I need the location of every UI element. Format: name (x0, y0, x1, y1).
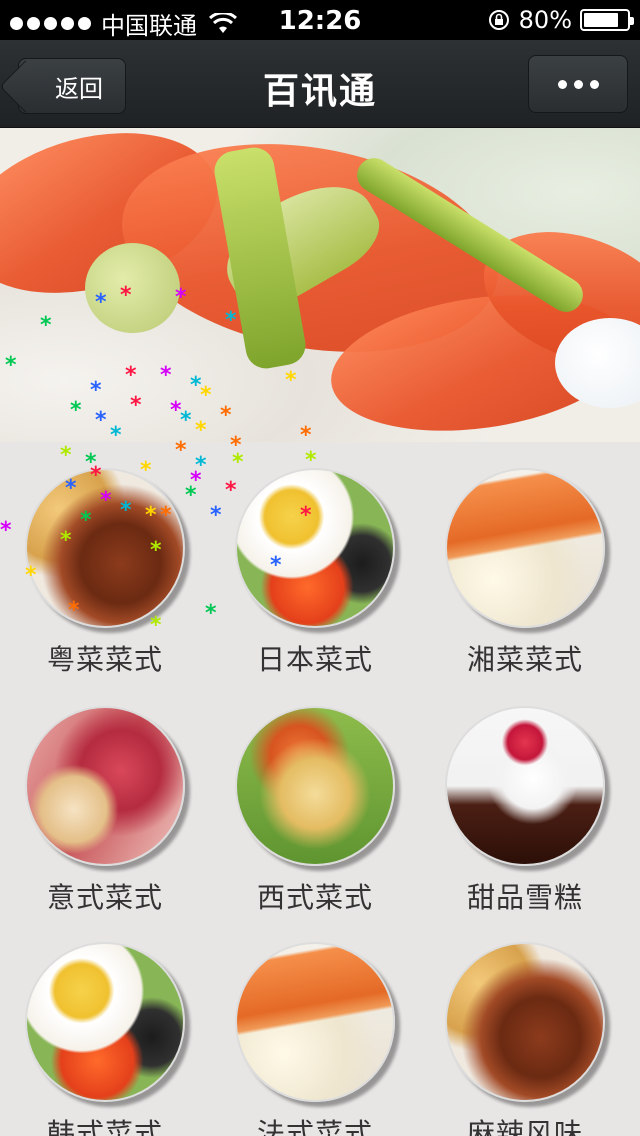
back-button-label: 返回 (55, 74, 103, 103)
category-photo (235, 706, 395, 866)
category-label: 湘菜菜式 (466, 643, 583, 676)
category-photo (445, 942, 605, 1102)
more-dots-icon (557, 79, 567, 89)
category-label: 麻辣风味 (466, 1117, 583, 1136)
category-label: 意式菜式 (46, 881, 163, 914)
battery-icon (580, 9, 634, 31)
category-label: 西式菜式 (256, 881, 373, 914)
more-button[interactable] (528, 55, 628, 113)
category-photo (235, 468, 395, 628)
category-item[interactable]: 甜品雪糕 (420, 706, 630, 916)
category-photo (235, 942, 395, 1102)
status-bar: 中国联通 12:26 80% (0, 0, 640, 40)
category-photo (445, 468, 605, 628)
battery-percent: 80% (518, 6, 572, 34)
category-photo (25, 942, 185, 1102)
category-item[interactable]: 日本菜式 (210, 468, 420, 678)
category-item[interactable]: 湘菜菜式 (420, 468, 630, 678)
food-banner-image[interactable] (0, 128, 640, 442)
category-photo (25, 706, 185, 866)
category-grid: 粤菜菜式 日本菜式 湘菜菜式意式菜式 西式菜式 甜品雪糕韩式菜式 法式菜式 麻辣风味 (0, 442, 640, 1136)
category-label: 法式菜式 (256, 1117, 373, 1136)
navigation-bar: 返回 百讯通 (0, 40, 640, 128)
category-item[interactable]: 韩式菜式 (0, 942, 210, 1136)
category-label: 粤菜菜式 (46, 643, 163, 676)
category-label: 日本菜式 (256, 643, 373, 676)
category-item[interactable]: 意式菜式 (0, 706, 210, 916)
category-photo (445, 706, 605, 866)
category-label: 甜品雪糕 (466, 881, 583, 914)
rotation-lock-icon (488, 10, 509, 30)
category-item[interactable]: 麻辣风味 (420, 942, 630, 1136)
category-item[interactable]: 西式菜式 (210, 706, 420, 916)
category-photo (25, 468, 185, 628)
category-label: 韩式菜式 (46, 1117, 163, 1136)
category-item[interactable]: 粤菜菜式 (0, 468, 210, 678)
category-item[interactable]: 法式菜式 (210, 942, 420, 1136)
